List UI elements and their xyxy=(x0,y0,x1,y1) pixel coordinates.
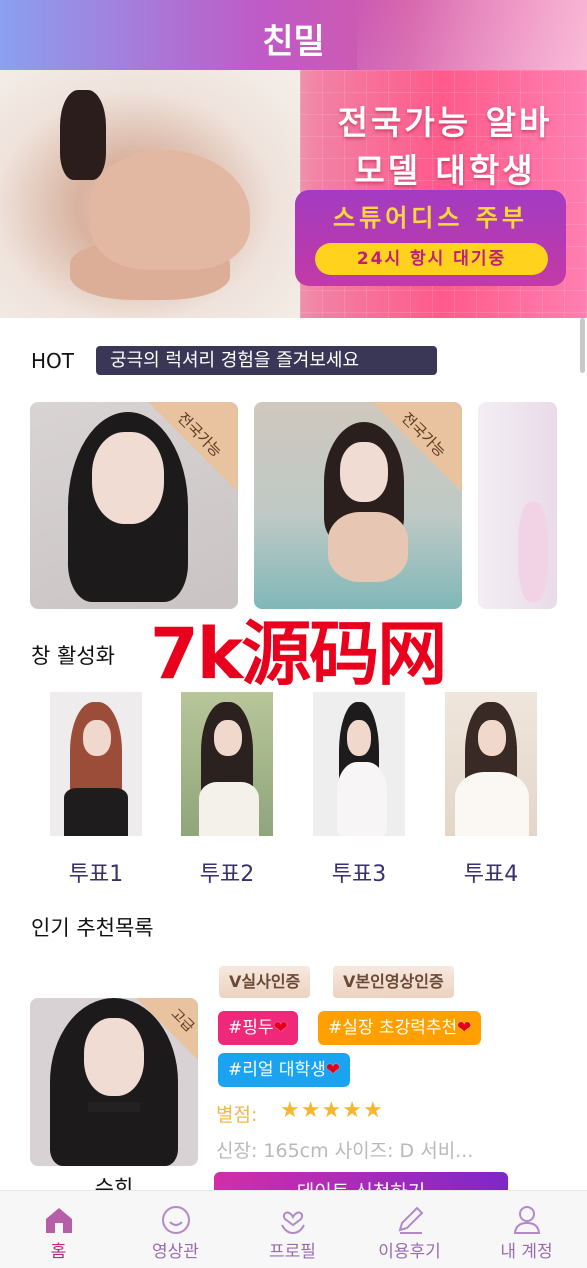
vote-label[interactable]: 투표4 xyxy=(441,856,541,888)
rating-label: 별점: xyxy=(216,1104,258,1126)
vote-figure-outfit xyxy=(199,782,259,836)
vote-label[interactable]: 투표3 xyxy=(309,856,409,888)
vote-figure-face xyxy=(347,720,371,756)
banner-photo xyxy=(0,70,300,318)
star-icon: ★ xyxy=(362,1098,384,1123)
star-icon: ★ xyxy=(300,1098,322,1123)
heart-icon: ❤ xyxy=(273,1018,288,1038)
banner-figure-body xyxy=(90,150,250,270)
hashtag-pill[interactable]: #리얼 대학생❤ xyxy=(218,1053,351,1087)
verified-photo-badge-label: V실사인증 xyxy=(229,972,301,991)
vote-figure-face xyxy=(214,720,242,756)
heart-icon: ❤ xyxy=(457,1018,472,1038)
hot-card[interactable]: 전국가능 xyxy=(30,402,238,609)
hashtag-text: #실장 초강력추천 xyxy=(328,1018,458,1038)
verified-video-badge-label: V본인영상인증 xyxy=(343,972,444,991)
vote-figure-outfit xyxy=(455,772,529,836)
rating-stars: ★★★★★ xyxy=(280,1098,384,1123)
vote-label[interactable]: 투표2 xyxy=(177,856,277,888)
verified-photo-badge: V실사인증 xyxy=(219,966,311,998)
banner-headline-2: 모델 대학생 xyxy=(354,151,536,190)
tab-videos-label: 영상관 xyxy=(152,1242,199,1262)
hot-card-figure xyxy=(518,502,548,602)
app-title: 친밀 xyxy=(262,22,325,62)
star-icon: ★ xyxy=(342,1098,363,1123)
hashtag-text: #핑두 xyxy=(228,1018,274,1038)
hot-card-figure-body xyxy=(328,512,408,582)
banner-availability-pill: 24시 항시 대기중 xyxy=(315,243,548,275)
hashtag-pill[interactable]: #핑두❤ xyxy=(218,1011,298,1045)
vote-card-photo[interactable] xyxy=(313,692,405,836)
tab-profile[interactable]: 프로필 xyxy=(234,1191,351,1268)
tab-videos[interactable]: 영상관 xyxy=(117,1191,234,1268)
pencil-icon xyxy=(398,1206,424,1234)
vote-figure-outfit xyxy=(64,788,128,836)
smile-icon xyxy=(162,1206,190,1234)
vote-card-photo[interactable] xyxy=(181,692,273,836)
star-icon: ★ xyxy=(280,1098,301,1123)
tab-account[interactable]: 내 계정 xyxy=(468,1191,585,1268)
bottom-tab-bar: 홈 영상관 프로필 이용후기 내 계정 xyxy=(0,1190,587,1268)
app-header: 친밀 xyxy=(0,0,587,70)
home-icon xyxy=(46,1208,72,1233)
hot-card-partial[interactable] xyxy=(478,402,557,609)
recommend-figure-choker xyxy=(88,1102,140,1112)
user-icon xyxy=(513,1206,541,1234)
hot-tagline: 궁극의 럭셔리 경험을 즐겨보세요 xyxy=(96,346,437,375)
tab-home[interactable]: 홈 xyxy=(0,1191,117,1268)
heart-icon: ❤ xyxy=(325,1060,341,1080)
vote-card-photo[interactable] xyxy=(445,692,537,836)
tab-reviews[interactable]: 이용후기 xyxy=(351,1191,468,1268)
promo-banner[interactable]: 전국가능 알바 모델 대학생 스튜어디스 주부 24시 항시 대기중 xyxy=(0,70,587,318)
banner-headline-3: 스튜어디스 주부 xyxy=(333,204,528,232)
banner-figure-hair xyxy=(60,90,106,180)
tab-home-label: 홈 xyxy=(50,1242,67,1262)
hashtag-text: #리얼 대학생 xyxy=(228,1060,326,1080)
verified-video-badge: V본인영상인증 xyxy=(333,966,454,998)
vote-section-title: 창 활성화 xyxy=(31,644,115,668)
recommend-card-photo[interactable]: 고급 xyxy=(30,998,198,1166)
hot-section-title: HOT xyxy=(31,349,74,373)
tab-profile-label: 프로필 xyxy=(269,1242,316,1262)
banner-headline-1: 전국가능 알바 xyxy=(337,103,553,142)
vote-card-photo[interactable] xyxy=(50,692,142,836)
recommend-section-title: 인기 추천목록 xyxy=(31,916,154,940)
heart-hands-icon xyxy=(281,1211,305,1235)
page-scrollbar[interactable] xyxy=(580,318,585,373)
vote-figure-face xyxy=(83,720,111,756)
vote-figure-outfit xyxy=(337,762,387,836)
tab-reviews-label: 이용후기 xyxy=(378,1242,441,1262)
hot-card[interactable]: 전국가능 xyxy=(254,402,462,609)
star-icon: ★ xyxy=(321,1098,343,1123)
profile-spec: 신장: 165cm 사이즈: D 서비... xyxy=(216,1140,474,1162)
banner-highlight-box: 스튜어디스 주부 24시 항시 대기중 xyxy=(295,190,566,286)
tab-account-label: 내 계정 xyxy=(500,1242,553,1262)
recommend-figure-face xyxy=(84,1018,144,1096)
watermark-text: 7k源码网 xyxy=(150,613,447,695)
vote-figure-face xyxy=(478,720,506,756)
vote-label[interactable]: 투표1 xyxy=(46,856,146,888)
hashtag-pill[interactable]: #실장 초강력추천❤ xyxy=(318,1011,482,1045)
